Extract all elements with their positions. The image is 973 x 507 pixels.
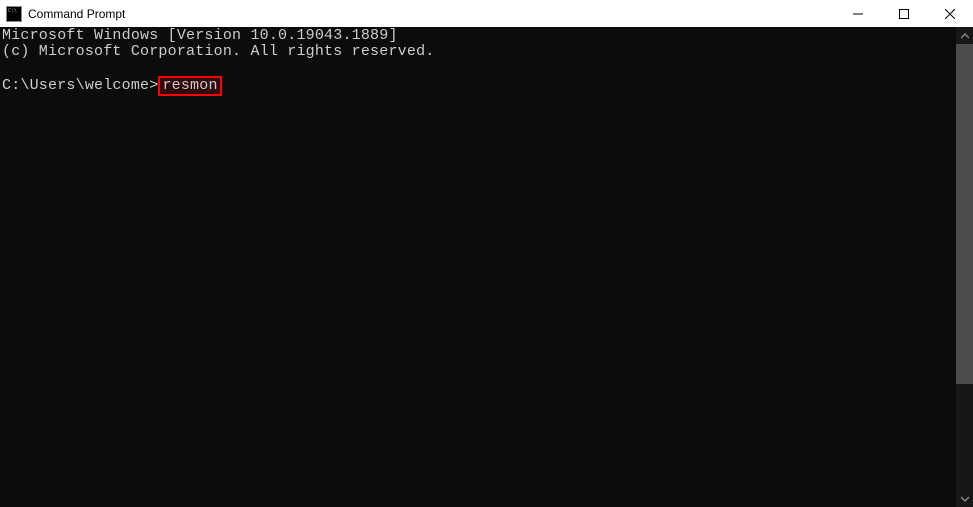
close-button[interactable] — [927, 0, 973, 27]
titlebar[interactable]: Command Prompt — [0, 0, 973, 27]
command-highlight: resmon — [158, 76, 221, 96]
vertical-scrollbar[interactable] — [956, 27, 973, 507]
window-title: Command Prompt — [28, 7, 835, 21]
copyright-line: (c) Microsoft Corporation. All rights re… — [2, 44, 954, 60]
maximize-button[interactable] — [881, 0, 927, 27]
prompt-text: C:\Users\welcome> — [2, 77, 158, 94]
app-icon — [6, 6, 22, 22]
scroll-down-button[interactable] — [956, 490, 973, 507]
maximize-icon — [899, 9, 909, 19]
close-icon — [945, 9, 955, 19]
command-prompt-window: Command Prompt Microsoft Windows [Versio — [0, 0, 973, 507]
window-controls — [835, 0, 973, 27]
scroll-track[interactable] — [956, 44, 973, 490]
scroll-thumb[interactable] — [956, 44, 973, 384]
chevron-up-icon — [961, 32, 969, 40]
scroll-up-button[interactable] — [956, 27, 973, 44]
prompt-line: C:\Users\welcome>resmon — [2, 76, 954, 96]
command-text: resmon — [162, 77, 217, 94]
content-area: Microsoft Windows [Version 10.0.19043.18… — [0, 27, 973, 507]
version-line: Microsoft Windows [Version 10.0.19043.18… — [2, 28, 954, 44]
terminal-output[interactable]: Microsoft Windows [Version 10.0.19043.18… — [0, 27, 956, 507]
minimize-icon — [853, 9, 863, 19]
chevron-down-icon — [961, 495, 969, 503]
minimize-button[interactable] — [835, 0, 881, 27]
